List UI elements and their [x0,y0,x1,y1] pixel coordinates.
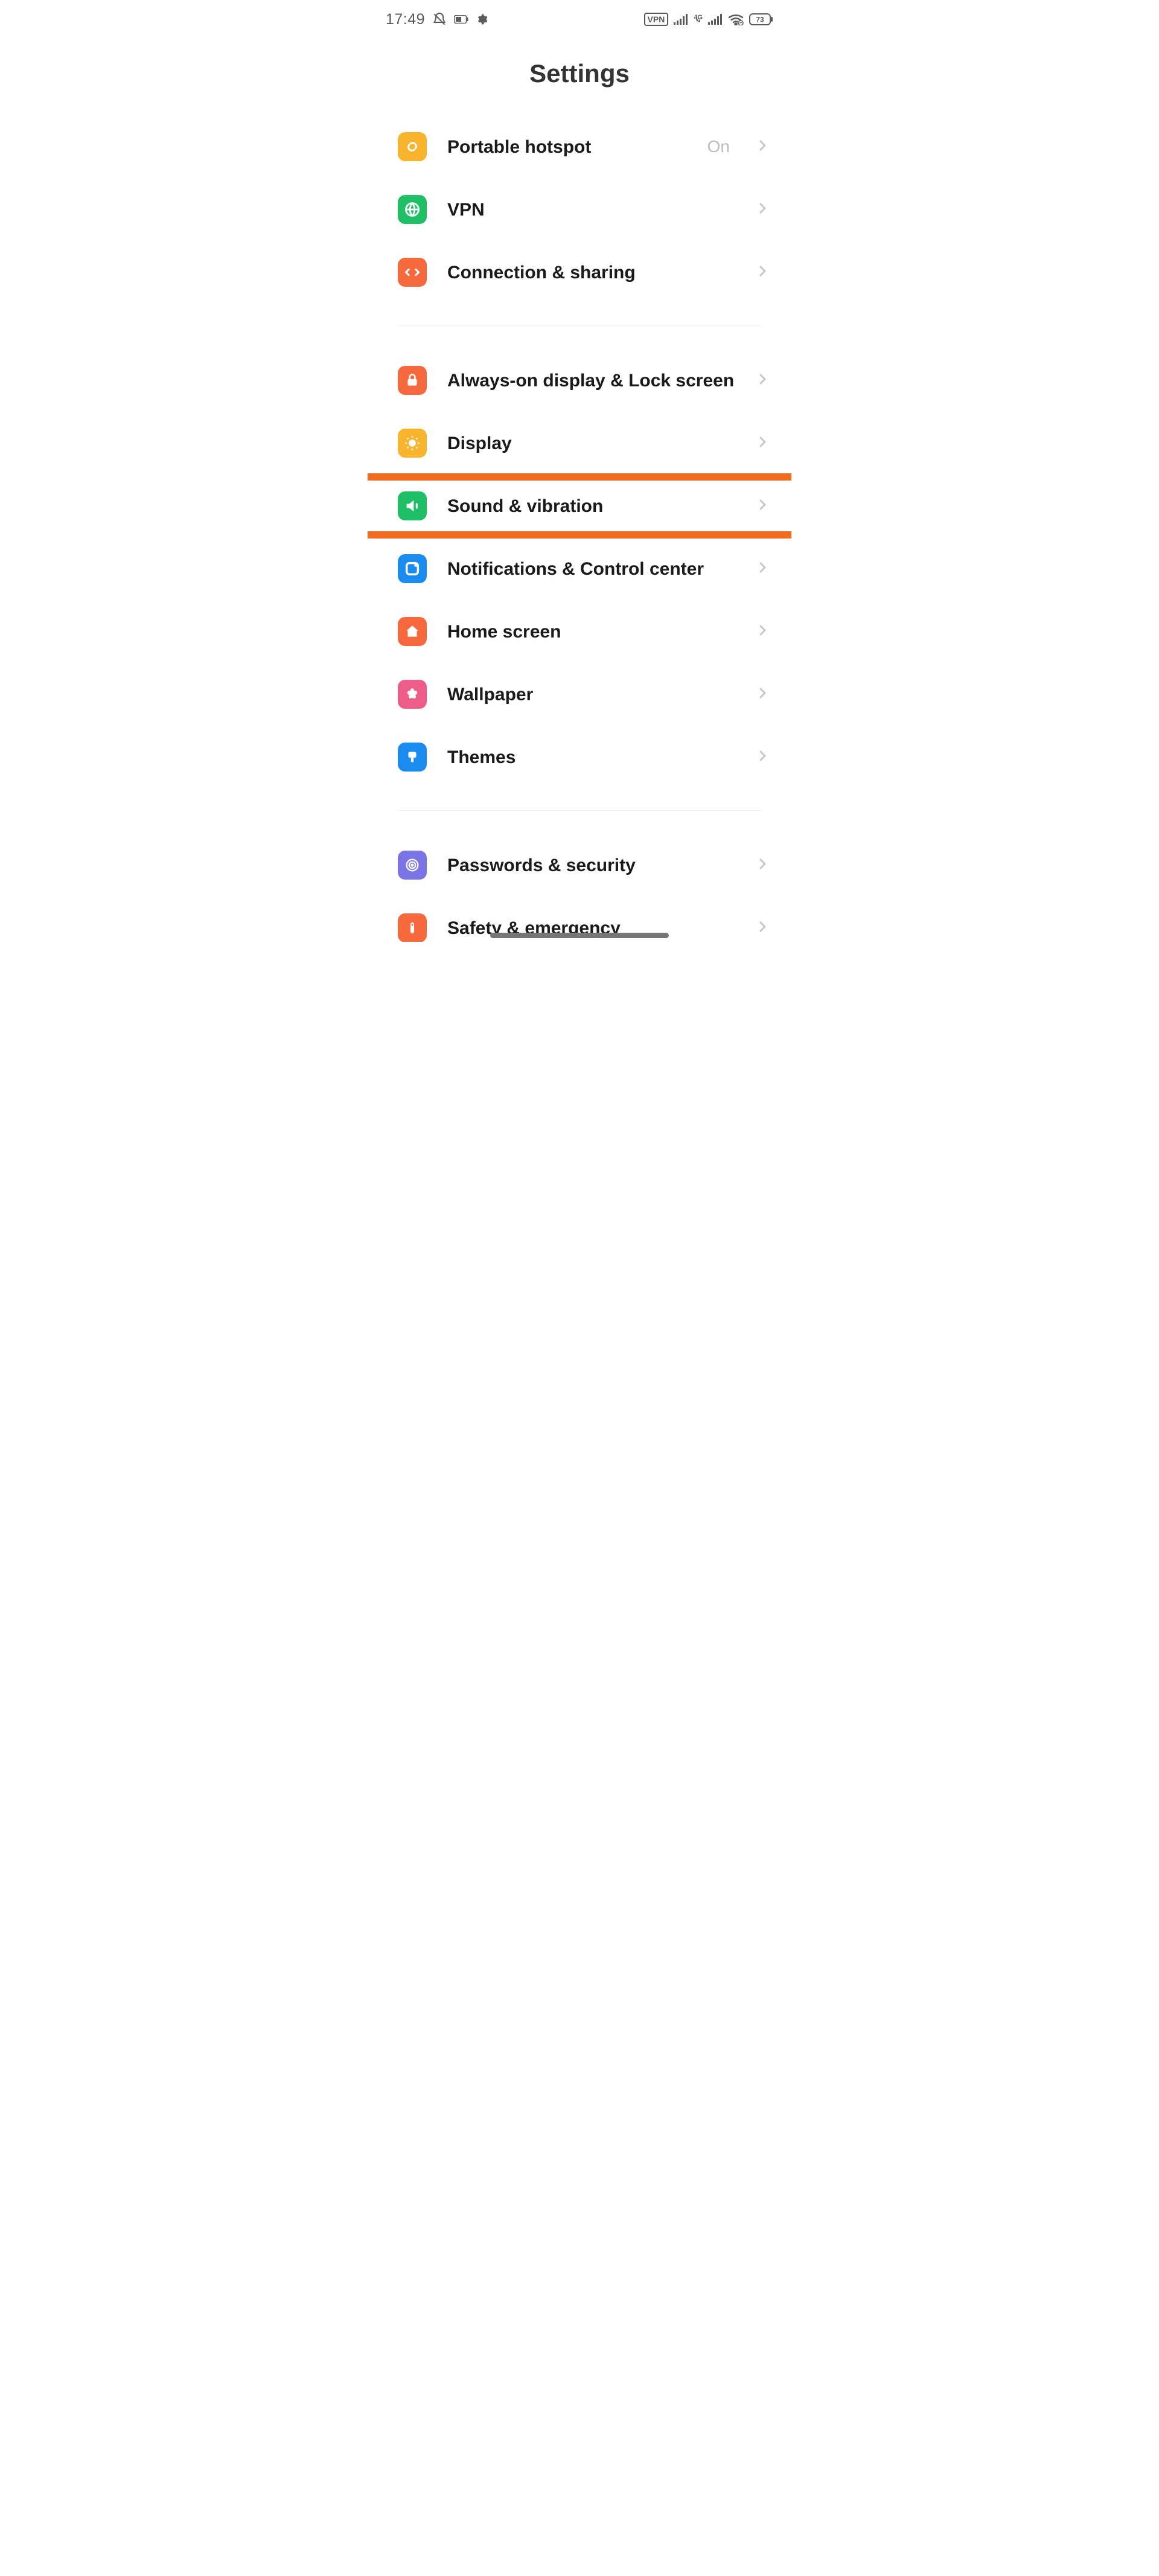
wifi-icon [728,13,744,25]
globe-icon [398,195,427,224]
section-divider [398,810,761,811]
gear-icon [476,13,488,25]
share-icon [398,258,427,287]
network-type-4g: 4G▾▴ [694,16,703,24]
section-divider [398,325,761,326]
settings-row-aod[interactable]: Always-on display & Lock screen [368,349,791,412]
brush-icon [398,743,427,772]
battery-icon: 73 [749,13,773,25]
signal2-icon [708,14,723,25]
page-title: Settings [368,59,791,88]
mute-icon [432,12,447,27]
row-label: Connection & sharing [447,261,735,284]
fingerprint-icon [398,851,427,880]
home-indicator[interactable] [490,933,669,938]
home-icon [398,617,427,646]
settings-row-display[interactable]: Display [368,412,791,475]
settings-row-sharing[interactable]: Connection & sharing [368,241,791,304]
chevron-right-icon [755,372,770,389]
settings-row-wallpaper[interactable]: Wallpaper [368,663,791,726]
settings-row-passwords[interactable]: Passwords & security [368,834,791,896]
chevron-right-icon [755,749,770,766]
row-label: Passwords & security [447,854,735,877]
settings-row-themes[interactable]: Themes [368,726,791,788]
safety-icon [398,913,427,942]
flower-icon [398,680,427,709]
row-label: Home screen [447,620,735,644]
row-label: Themes [447,746,735,769]
status-right: VPN 4G▾▴ 73 [644,13,773,26]
row-label: Portable hotspot [447,135,687,159]
status-left: 17:49 [386,11,488,28]
chevron-right-icon [755,497,770,515]
row-label: VPN [447,198,735,222]
chevron-right-icon [755,264,770,281]
chevron-right-icon [755,435,770,452]
chevron-right-icon [755,919,770,937]
row-label: Display [447,432,735,455]
settings-row-notif[interactable]: Notifications & Control center [368,537,791,600]
status-time: 17:49 [386,11,425,28]
link-icon [398,132,427,161]
chevron-right-icon [755,686,770,703]
row-label: Notifications & Control center [447,557,735,581]
chevron-right-icon [755,201,770,219]
vpn-badge: VPN [644,13,669,26]
svg-text:73: 73 [756,16,764,24]
settings-list: Portable hotspot On VPN Connection & sharin… [368,115,791,942]
settings-row-vpn[interactable]: VPN [368,178,791,241]
row-label: Wallpaper [447,683,735,706]
row-value: On [707,137,730,156]
status-bar: 17:49 VPN 4G▾▴ 73 [368,0,791,35]
row-label: Sound & vibration [447,494,735,518]
chevron-right-icon [755,138,770,156]
row-label: Always-on display & Lock screen [447,369,735,392]
settings-row-sound[interactable]: Sound & vibration [368,475,791,537]
notif-icon [398,554,427,583]
chevron-right-icon [755,623,770,641]
chevron-right-icon [755,560,770,578]
settings-row-hotspot[interactable]: Portable hotspot On [368,115,791,178]
settings-row-home[interactable]: Home screen [368,600,791,663]
sound-icon [398,491,427,520]
signal1-icon [674,14,688,25]
brightness-icon [398,429,427,458]
phone-frame: 17:49 VPN 4G▾▴ 73 [368,0,791,942]
battery-small-icon [454,15,468,24]
chevron-right-icon [755,857,770,874]
lock-icon [398,366,427,395]
